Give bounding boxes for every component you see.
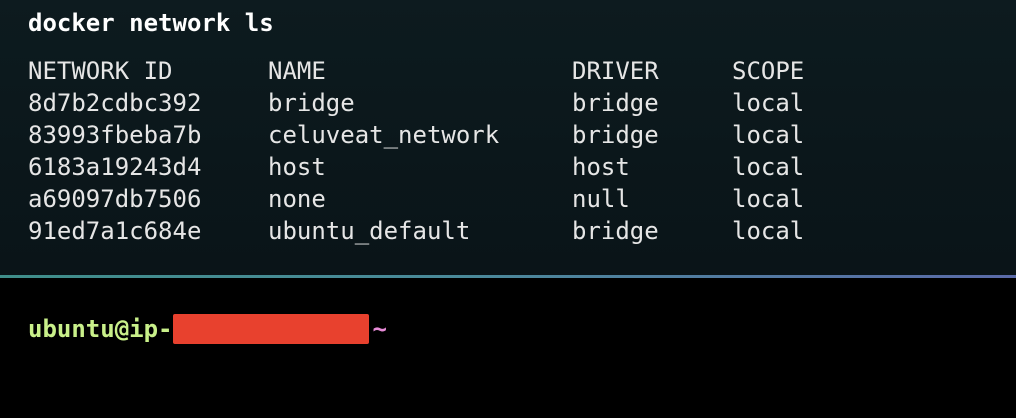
cell-scope: local [732, 89, 805, 117]
cell-scope: local [732, 217, 805, 245]
command-text: docker network ls [28, 9, 274, 37]
cell-name: host [268, 153, 326, 181]
prompt-path: ~ [372, 315, 387, 343]
cell-network-id: 8d7b2cdbc392 [28, 89, 202, 117]
cell-name: bridge [268, 89, 355, 117]
cell-network-id: 6183a19243d4 [28, 153, 202, 181]
cell-driver: bridge [572, 89, 659, 117]
table-header-row: NETWORK ID NAME DRIVER SCOPE [28, 55, 852, 87]
cell-network-id: a69097db7506 [28, 185, 202, 213]
cell-scope: local [732, 153, 805, 181]
cell-driver: bridge [572, 217, 659, 245]
terminal-window[interactable]: docker network ls NETWORK ID NAME DRIVER… [0, 0, 1016, 418]
header-driver: DRIVER [572, 57, 659, 85]
cell-driver: null [572, 185, 630, 213]
cell-name: none [268, 185, 326, 213]
header-scope: SCOPE [732, 57, 805, 85]
table-row: 6183a19243d4 host host local [28, 151, 852, 183]
cell-driver: host [572, 153, 630, 181]
table-row: 91ed7a1c684e ubuntu_default bridge local [28, 215, 852, 247]
cell-network-id: 83993fbeba7b [28, 121, 202, 149]
table-row: a69097db7506 none null local [28, 183, 852, 215]
header-network-id: NETWORK ID [28, 57, 173, 85]
network-table: NETWORK ID NAME DRIVER SCOPE 8d7b2cdbc39… [28, 55, 852, 247]
command-output-block: docker network ls NETWORK ID NAME DRIVER… [0, 0, 1016, 275]
redacted-hostname [172, 314, 369, 344]
shell-prompt[interactable]: ubuntu@ip- ~ [28, 312, 387, 346]
cell-driver: bridge [572, 121, 659, 149]
table-row: 8d7b2cdbc392 bridge bridge local [28, 87, 852, 119]
prompt-user-host: ubuntu@ip- [28, 315, 173, 343]
cell-name: ubuntu_default [268, 217, 471, 245]
table-row: 83993fbeba7b celuveat_network bridge loc… [28, 119, 852, 151]
cell-scope: local [732, 185, 805, 213]
cell-name: celuveat_network [268, 121, 500, 149]
header-name: NAME [268, 57, 326, 85]
cell-network-id: 91ed7a1c684e [28, 217, 202, 245]
block-divider [0, 275, 1016, 278]
cell-scope: local [732, 121, 805, 149]
